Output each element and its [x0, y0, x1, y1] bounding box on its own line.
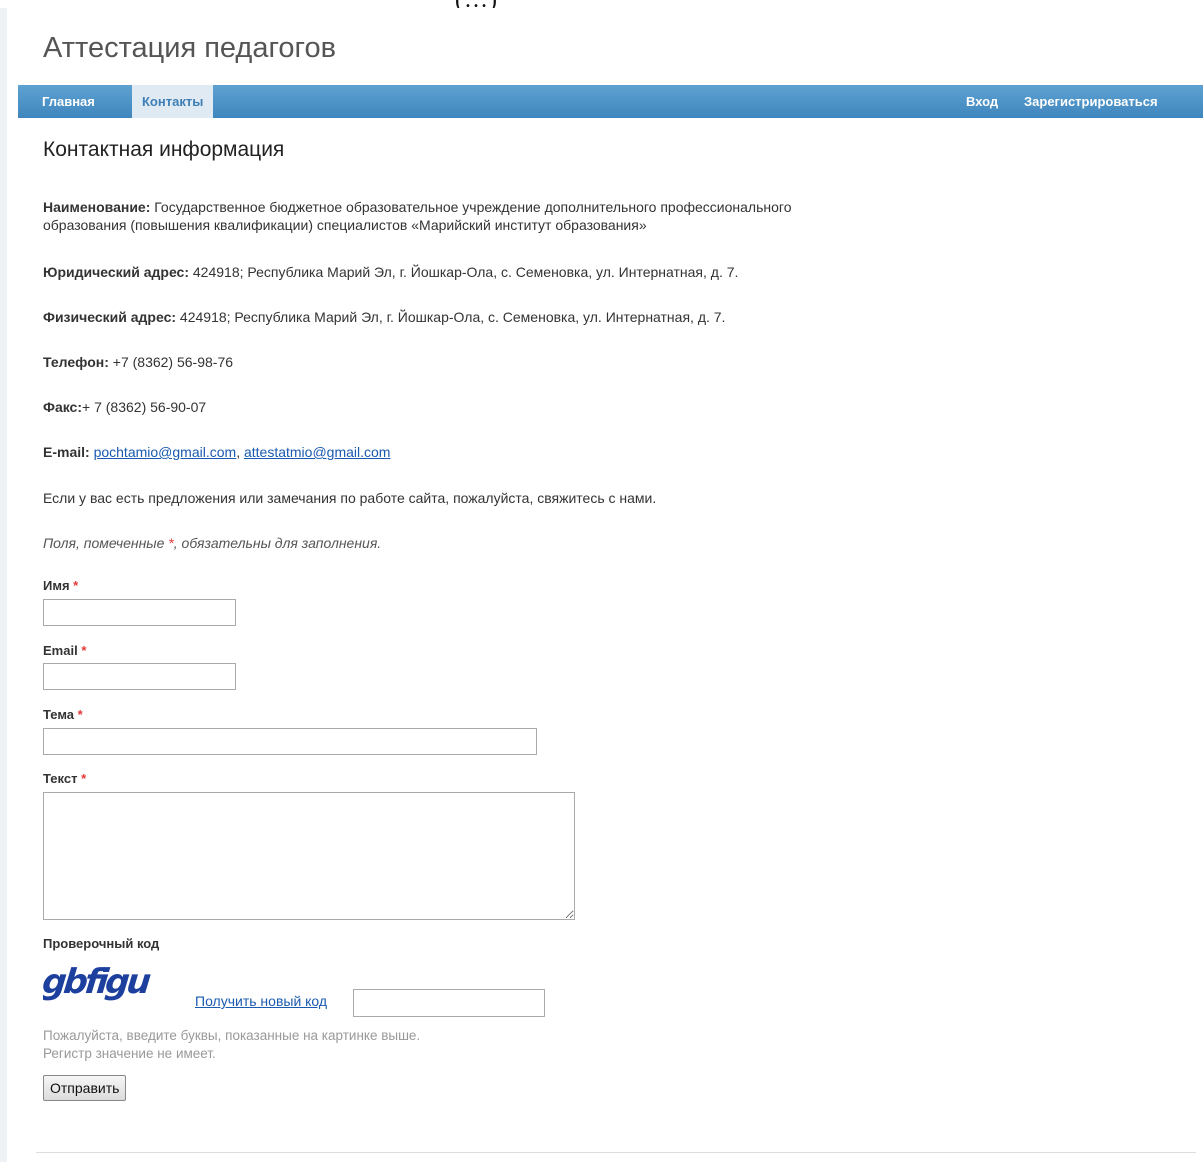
required-note-before: Поля, помеченные [43, 535, 169, 551]
subject-input[interactable] [43, 728, 537, 755]
required-note: Поля, помеченные *, обязательны для запо… [43, 534, 381, 552]
email-required-star: * [81, 643, 87, 658]
site-title: Аттестация педагогов [43, 32, 337, 64]
nav-login-link[interactable]: Вход [966, 85, 998, 118]
top-strip: (…) [0, 0, 1203, 8]
nav-item-contacts[interactable]: Контакты [132, 85, 214, 118]
info-name-line1: Государственное бюджетное образовательно… [154, 199, 792, 215]
email-link-1[interactable]: pochtamio@gmail.com [94, 444, 237, 460]
info-name-label: Наименование: [43, 199, 151, 215]
info-name-line2: образования (повышения квалификации) спе… [43, 217, 647, 233]
info-email: E-mail: pochtamio@gmail.com, attestatmio… [43, 443, 390, 461]
info-fax: Факс:+ 7 (8362) 56-90-07 [43, 398, 206, 416]
info-email-label: E-mail: [43, 444, 90, 460]
text-label-text: Текст [43, 771, 78, 786]
info-fax-value: + 7 (8362) 56-90-07 [82, 399, 207, 415]
name-label-text: Имя [43, 578, 70, 593]
captcha-input[interactable] [353, 989, 545, 1017]
name-input[interactable] [43, 599, 236, 626]
feedback-text: Если у вас есть предложения или замечани… [43, 490, 657, 506]
required-note-after: , обязательны для заполнения. [173, 535, 382, 551]
captcha-image: gbfigu [43, 962, 153, 1002]
nav-item-home[interactable]: Главная [42, 85, 95, 118]
text-required-star: * [81, 771, 87, 786]
info-phone: Телефон: +7 (8362) 56-98-76 [43, 353, 233, 371]
captcha-hint-line1: Пожалуйста, введите буквы, показанные на… [43, 1028, 421, 1043]
captcha-image-text: gbfigu [43, 962, 153, 1002]
name-label: Имя * [43, 578, 78, 593]
email-input[interactable] [43, 663, 236, 690]
email-link-2[interactable]: attestatmio@gmail.com [244, 444, 390, 460]
info-physical-address: Физический адрес: 424918; Республика Мар… [43, 308, 725, 326]
email-separator: , [236, 444, 244, 460]
info-physical-label: Физический адрес: [43, 309, 177, 325]
top-fragment-text: (…) [455, 0, 498, 8]
info-legal-value: 424918; Республика Марий Эл, г. Йошкар-О… [192, 264, 739, 280]
captcha-hint-line2: Регистр значение не имеет. [43, 1046, 216, 1061]
name-required-star: * [73, 578, 79, 593]
subject-label-text: Тема [43, 707, 75, 722]
info-physical-value: 424918; Республика Марий Эл, г. Йошкар-О… [179, 309, 726, 325]
email-label-text: Email [43, 643, 78, 658]
info-legal-label: Юридический адрес: [43, 264, 189, 280]
info-name: Наименование: Государственное бюджетное … [43, 198, 791, 234]
footer-divider [36, 1152, 1196, 1153]
captcha-refresh-link[interactable]: Получить новый код [195, 993, 327, 1009]
info-legal-address: Юридический адрес: 424918; Республика Ма… [43, 263, 738, 281]
subject-label: Тема * [43, 707, 83, 722]
text-label: Текст * [43, 771, 86, 786]
top-fragment: (…) [455, 0, 615, 8]
captcha-label: Проверочный код [43, 936, 160, 951]
main-nav: Главная Контакты Вход Зарегистрироваться [18, 85, 1203, 118]
message-textarea[interactable] [43, 792, 575, 920]
nav-register-link[interactable]: Зарегистрироваться [1024, 85, 1158, 118]
info-fax-label: Факс: [43, 399, 83, 415]
page: Аттестация педагогов Главная Контакты Вх… [7, 8, 1203, 1162]
info-phone-label: Телефон: [43, 354, 109, 370]
captcha-hint: Пожалуйста, введите буквы, показанные на… [43, 1027, 420, 1063]
subject-required-star: * [77, 707, 83, 722]
submit-button[interactable]: Отправить [43, 1075, 127, 1101]
email-label: Email * [43, 643, 86, 658]
info-phone-value: +7 (8362) 56-98-76 [112, 354, 234, 370]
page-title: Контактная информация [43, 138, 285, 161]
